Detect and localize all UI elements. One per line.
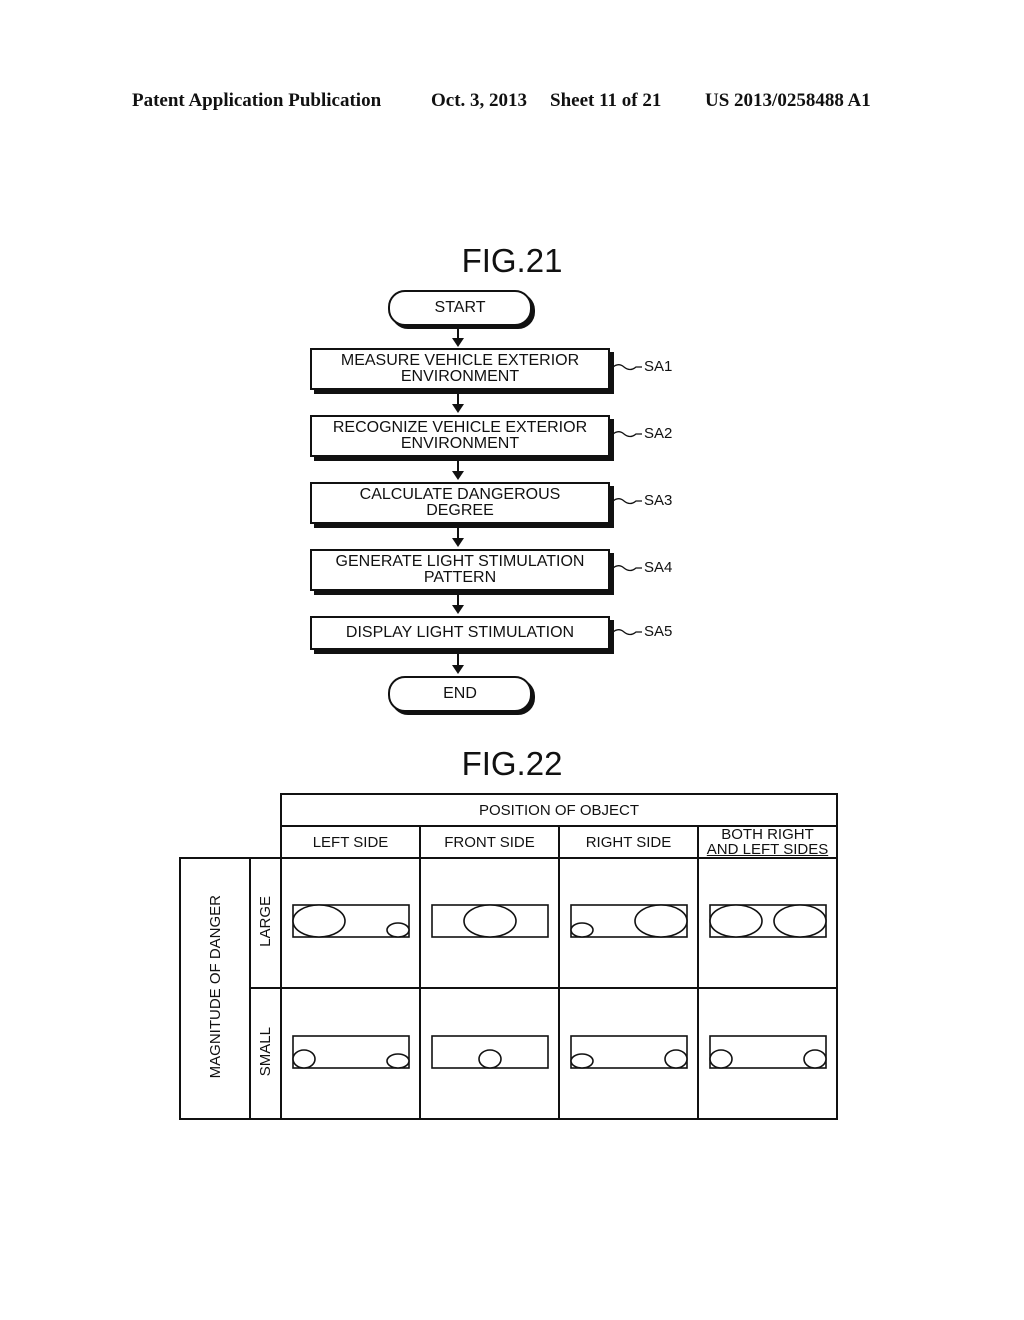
publication-date: Oct. 3, 2013	[431, 90, 528, 111]
light-stimulus-medium	[802, 1048, 827, 1069]
leader-line-icon	[612, 628, 642, 635]
col-front-side: FRONT SIDE	[419, 825, 560, 859]
pattern-cell	[419, 987, 560, 1120]
flow-connector	[457, 392, 459, 404]
step-label-sa1: SA1	[612, 358, 672, 375]
pattern-cell	[558, 857, 699, 989]
pattern-cell	[558, 987, 699, 1120]
step-sa1: MEASURE VEHICLE EXTERIOR ENVIRONMENT	[310, 348, 610, 390]
flow-connector	[457, 526, 459, 538]
start-terminal: START	[388, 290, 532, 326]
pattern-cell	[419, 857, 560, 989]
arrow-down-icon	[452, 404, 464, 413]
fig21-title: FIG.21	[461, 242, 563, 279]
step-sa4: GENERATE LIGHT STIMULATION PATTERN	[310, 549, 610, 591]
end-terminal: END	[388, 676, 532, 712]
light-stimulus-medium	[708, 1048, 733, 1069]
light-stimulus-large	[291, 904, 346, 938]
leader-line-icon	[612, 430, 642, 437]
step-label-sa5: SA5	[612, 623, 672, 640]
col-both-sides: BOTH RIGHT AND LEFT SIDES	[697, 825, 838, 859]
pattern-cell	[697, 987, 838, 1120]
step-label-sa2: SA2	[612, 425, 672, 442]
row-small: SMALL	[249, 987, 282, 1120]
flow-connector	[457, 459, 459, 471]
step-label-sa3: SA3	[612, 492, 672, 509]
light-stimulus-large	[772, 904, 827, 938]
fig22-title: FIG.22	[461, 745, 563, 782]
arrow-down-icon	[452, 605, 464, 614]
leader-line-icon	[612, 363, 642, 370]
col-right-side: RIGHT SIDE	[558, 825, 699, 859]
flow-connector	[457, 326, 459, 338]
publication-label: Patent Application Publication	[132, 90, 382, 111]
light-stimulus-large	[633, 904, 688, 938]
light-stimulus-large	[462, 904, 517, 938]
flow-connector	[457, 652, 459, 665]
step-label-sa4: SA4	[612, 559, 672, 576]
arrow-down-icon	[452, 471, 464, 480]
light-stimulus-small	[385, 922, 410, 938]
light-stimulus-medium	[291, 1048, 316, 1069]
step-sa3: CALCULATE DANGEROUS DEGREE	[310, 482, 610, 524]
light-stimulus-large	[708, 904, 763, 938]
danger-pattern-table: POSITION OF OBJECT LEFT SIDE FRONT SIDE …	[179, 793, 838, 1120]
arrow-down-icon	[452, 338, 464, 347]
light-stimulus-medium	[477, 1048, 502, 1069]
arrow-down-icon	[452, 538, 464, 547]
col-left-side: LEFT SIDE	[280, 825, 421, 859]
light-stimulus-medium	[663, 1048, 688, 1069]
magnitude-of-danger-header: MAGNITUDE OF DANGER	[179, 857, 251, 1120]
patent-number: US 2013/0258488 A1	[705, 90, 871, 111]
pattern-cell	[697, 857, 838, 989]
flow-connector	[457, 593, 459, 605]
position-of-object-header: POSITION OF OBJECT	[280, 793, 838, 827]
step-sa2: RECOGNIZE VEHICLE EXTERIOR ENVIRONMENT	[310, 415, 610, 457]
light-stimulus-small	[569, 922, 594, 938]
pattern-cell	[280, 857, 421, 989]
sheet-number: Sheet 11 of 21	[550, 90, 662, 111]
row-large: LARGE	[249, 857, 282, 989]
light-stimulus-small	[385, 1052, 410, 1069]
leader-line-icon	[612, 564, 642, 571]
light-stimulus-small	[569, 1052, 594, 1069]
end-label: END	[443, 685, 477, 702]
pattern-cell	[280, 987, 421, 1120]
arrow-down-icon	[452, 665, 464, 674]
leader-line-icon	[612, 497, 642, 504]
start-label: START	[434, 299, 486, 316]
step-sa5: DISPLAY LIGHT STIMULATION	[310, 616, 610, 650]
